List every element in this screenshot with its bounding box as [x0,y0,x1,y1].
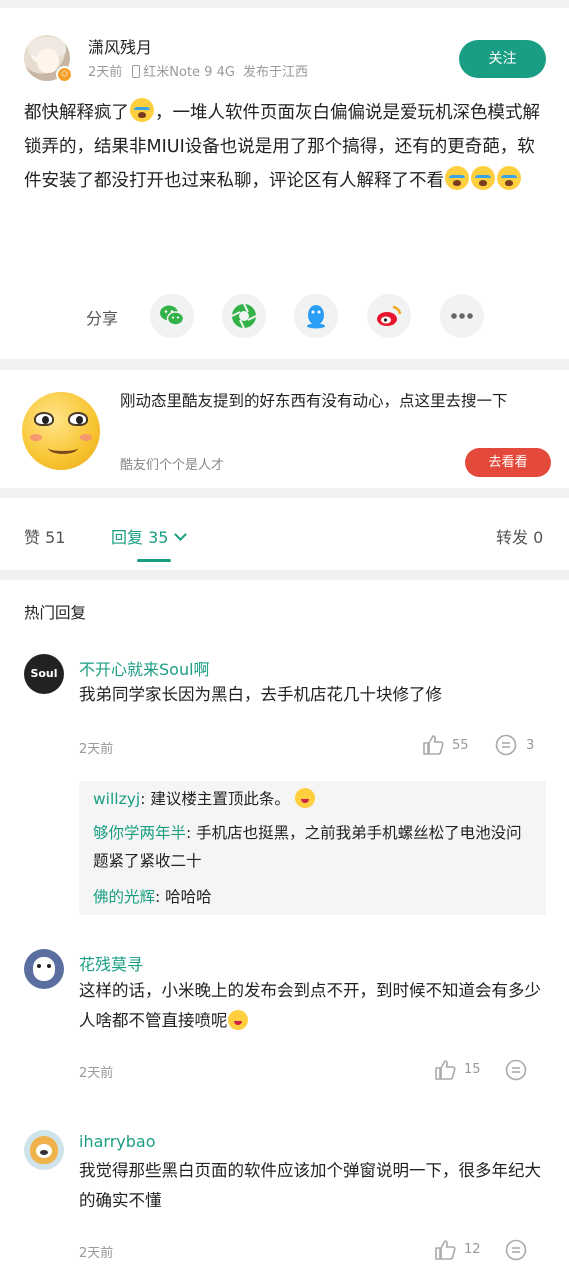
reply-text: 这样的话，小米晚上的发布会到点不开，到时候不知道会有多少人啥都不管直接喷呢 [79,976,545,1036]
sub-reply-author[interactable]: willzyj [93,790,140,808]
comment-icon[interactable] [505,1239,527,1261]
post-location: 发布于江西 [242,65,308,80]
qq-share-button[interactable] [294,294,338,338]
thumbs-up-icon[interactable] [434,1239,456,1261]
tab-forwards[interactable]: 转发 0 [496,524,543,548]
promo-card[interactable]: 刚动态里酷友提到的好东西有没有动心，点这里去搜一下 酷友们个个是人才 去看看 [0,370,569,488]
follow-button[interactable]: 关注 [459,40,546,78]
sub-reply[interactable]: willzyj: 建议楼主置顶此条。 [93,785,533,813]
soul-logo-text: Soul [30,667,58,680]
post-meta: 2天前 红米Note 9 4G 发布于江西 [88,61,308,80]
tab-likes-label: 赞 [24,528,41,547]
tab-likes[interactable]: 赞 51 [24,524,65,548]
reply-like-count: 55 [452,738,469,753]
promo-text: 刚动态里酷友提到的好东西有没有动心，点这里去搜一下 [120,392,508,410]
speechless-emoji-icon [227,1010,248,1030]
smirk-face-icon [22,392,100,470]
hot-replies-title: 热门回复 [24,604,87,622]
qq-icon [307,305,325,329]
laughing-emoji-icon [294,788,315,808]
post-content-part-1: 都快解释疯了 [24,103,129,123]
reply-avatar[interactable] [24,949,64,989]
reply-time: 2天前 [79,1246,114,1261]
post-content: 都快解释疯了 ，一堆人软件页面灰白偏偏说是爱玩机深色模式解锁弄的，结果非MIUI设… [24,96,548,198]
tab-replies-count: 35 [148,528,169,547]
weibo-share-button[interactable] [367,294,411,338]
post-device: 红米Note 9 4G [143,65,235,80]
share-label: 分享 [86,309,119,328]
post-time: 2天前 [88,65,123,80]
verified-badge-icon: ◇ [56,66,73,83]
comment-icon[interactable] [495,734,517,756]
crying-emoji-icon [471,166,495,190]
reply-time: 2天前 [79,1066,114,1081]
go-see-button[interactable]: 去看看 [465,448,551,477]
reply-like-count: 12 [464,1242,481,1257]
chevron-down-icon [174,528,188,541]
reply-comment-count: 3 [526,738,535,753]
moments-share-button[interactable] [222,294,266,338]
reply-avatar[interactable]: Soul [24,654,64,694]
sub-reply-text: : 建议楼主置顶此条。 [140,790,290,808]
reply-author-name[interactable]: 花残莫寻 [79,951,143,975]
phone-icon [132,65,141,78]
sub-replies-box[interactable]: willzyj: 建议楼主置顶此条。 够你学两年半: 手机店也挺黑，之前我弟手机… [79,781,546,915]
tab-likes-count: 51 [45,528,66,547]
reply-text: 我弟同学家长因为黑白，去手机店花几十块修了修 [79,685,442,704]
wechat-share-button[interactable] [150,294,194,338]
tab-forwards-count: 0 [533,528,544,547]
comment-icon[interactable] [505,1059,527,1081]
tabs-bar: 赞 51 回复 35 转发 0 [0,498,569,570]
sub-reply-author[interactable]: 够你学两年半 [93,824,186,842]
tab-replies-label: 回复 [111,528,144,547]
more-icon [451,313,473,319]
moments-icon [231,303,257,329]
sub-reply-text: : 哈哈哈 [155,888,212,906]
author-name[interactable]: 潇风残月 [88,34,152,58]
reply-avatar[interactable] [24,1130,64,1170]
active-tab-indicator [137,559,171,562]
reply-text: 我觉得那些黑白页面的软件应该加个弹窗说明一下，很多年纪大的确实不懂 [79,1161,541,1210]
reply-like-count: 15 [464,1062,481,1077]
reply-text-content: 这样的话，小米晚上的发布会到点不开，到时候不知道会有多少人啥都不管直接喷呢 [79,981,541,1030]
thumbs-up-icon[interactable] [434,1059,456,1081]
sub-reply[interactable]: 佛的光辉: 哈哈哈 [93,883,533,911]
crying-emoji-icon [445,166,469,190]
thumbs-up-icon[interactable] [422,734,444,756]
more-share-button[interactable] [440,294,484,338]
sub-reply[interactable]: 够你学两年半: 手机店也挺黑，之前我弟手机螺丝松了电池没问题紧了紧收二十 [93,819,533,875]
promo-subtext: 酷友们个个是人才 [120,458,225,473]
tab-forwards-label: 转发 [496,528,529,547]
reply-author-name[interactable]: 不开心就来Soul啊 [79,656,210,680]
wechat-icon [160,305,185,326]
crying-emoji-icon [130,98,154,122]
reply-author-name[interactable]: iharrybao [79,1132,155,1151]
sub-reply-author[interactable]: 佛的光辉 [93,888,155,906]
weibo-icon [377,305,402,326]
replies-section: 热门回复 Soul 不开心就来Soul啊 我弟同学家长因为黑白，去手机店花几十块… [0,580,569,1280]
tab-replies[interactable]: 回复 35 [111,524,188,548]
crying-emoji-icon [497,166,521,190]
post-card: ◇ 潇风残月 2天前 红米Note 9 4G 发布于江西 关注 都快解释疯了 ，一堆人… [0,8,569,359]
reply-time: 2天前 [79,742,114,757]
